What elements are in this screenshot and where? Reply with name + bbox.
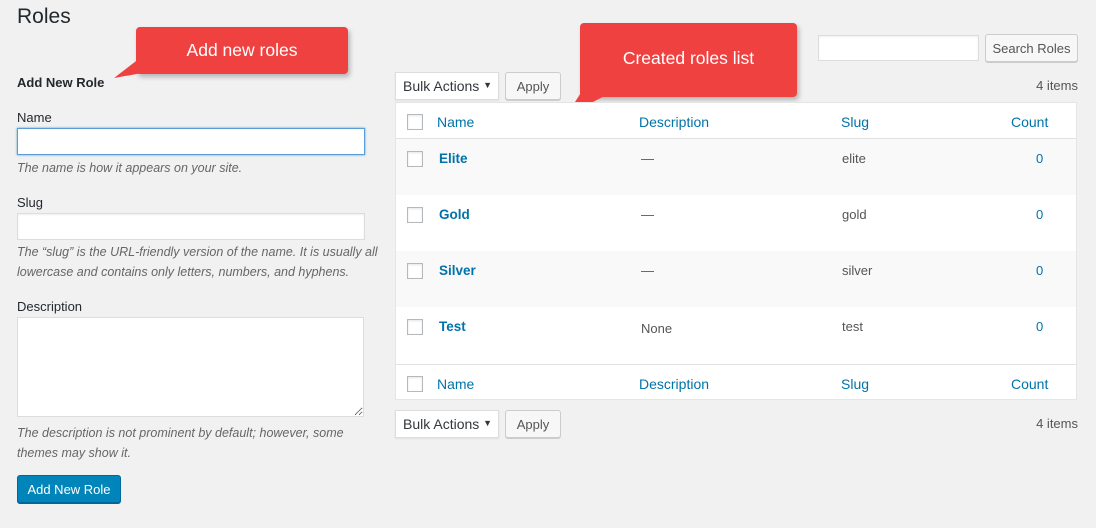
callout-created-roles-list: Created roles list [580,23,797,97]
role-count-link[interactable]: 0 [1036,319,1043,334]
slug-label: Slug [17,195,44,210]
column-header-name[interactable]: Name [437,114,474,130]
page-title: Roles [17,5,71,28]
role-slug: test [842,319,863,334]
bulk-actions-select-top[interactable]: Bulk Actions ▼ [395,72,499,100]
row-checkbox[interactable] [407,151,423,167]
role-count-link[interactable]: 0 [1036,207,1043,222]
column-footer-name[interactable]: Name [437,376,474,392]
name-help-text: The name is how it appears on your site. [17,161,243,175]
row-checkbox[interactable] [407,263,423,279]
column-footer-count[interactable]: Count [1011,376,1048,392]
column-header-description[interactable]: Description [639,114,709,130]
callout-list-text: Created roles list [622,48,755,68]
role-description: — [641,263,654,278]
select-all-checkbox-bottom[interactable] [407,376,423,392]
role-name-link[interactable]: Gold [439,207,470,222]
role-description: — [641,207,654,222]
callout-add-pointer [114,58,148,78]
table-row: Gold — gold 0 [396,195,1076,251]
role-slug: elite [842,151,866,166]
role-name-link[interactable]: Test [439,319,466,334]
search-input[interactable] [818,35,979,61]
description-textarea[interactable] [17,317,364,417]
role-name-link[interactable]: Silver [439,263,476,278]
name-label: Name [17,110,52,125]
callout-add-new-roles: Add new roles [136,27,348,74]
items-count-bottom: 4 items [1036,416,1078,431]
role-slug: silver [842,263,873,278]
slug-input[interactable] [17,213,365,240]
bulk-actions-label-top: Bulk Actions [403,78,480,94]
callout-add-text: Add new roles [186,40,298,60]
row-checkbox[interactable] [407,319,423,335]
role-description: — [641,151,654,166]
name-input[interactable] [17,128,365,155]
column-header-count[interactable]: Count [1011,114,1048,130]
slug-help-text: The “slug” is the URL-friendly version o… [17,245,378,279]
role-description: None [641,321,673,336]
bulk-actions-label-bottom: Bulk Actions [403,416,480,432]
items-count-top: 4 items [1036,78,1078,93]
table-row: Silver — silver 0 [396,251,1076,307]
apply-button-top[interactable]: Apply [505,72,561,100]
description-help-text: The description is not prominent by defa… [17,426,344,460]
apply-button-bottom[interactable]: Apply [505,410,561,438]
search-roles-button[interactable]: Search Roles [985,34,1078,62]
table-footer-row: Name Description Slug Count [396,364,1076,400]
column-header-slug[interactable]: Slug [841,114,869,130]
column-footer-slug[interactable]: Slug [841,376,869,392]
roles-table: Name Description Slug Count Elite — elit… [395,102,1077,400]
select-all-checkbox-top[interactable] [407,114,423,130]
role-count-link[interactable]: 0 [1036,151,1043,166]
table-header-row: Name Description Slug Count [396,103,1076,139]
bulk-actions-select-bottom[interactable]: Bulk Actions ▼ [395,410,499,438]
chevron-down-icon: ▼ [483,80,492,90]
row-checkbox[interactable] [407,207,423,223]
add-new-role-button[interactable]: Add New Role [17,475,121,503]
description-label: Description [17,299,83,314]
table-row: Test None test 0 [396,307,1076,363]
role-slug: gold [842,207,867,222]
add-new-role-heading: Add New Role [17,75,105,90]
column-footer-description[interactable]: Description [639,376,709,392]
chevron-down-icon: ▼ [483,418,492,428]
role-name-link[interactable]: Elite [439,151,468,166]
table-row: Elite — elite 0 [396,139,1076,195]
role-count-link[interactable]: 0 [1036,263,1043,278]
